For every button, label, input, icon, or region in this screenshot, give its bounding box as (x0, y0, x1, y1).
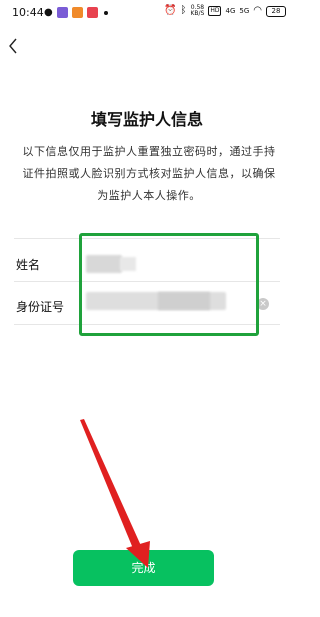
close-icon: × (259, 299, 267, 309)
app-notification-icon (56, 7, 68, 18)
status-bar: 10:44 ● ⏰ ᛒ 0.58 KB/S HD 4G 5G ◠ 28 (0, 0, 294, 26)
id-number-label: 身份证号 (16, 300, 65, 314)
notification-icons: ● (44, 7, 108, 18)
alarm-icon: ⏰ (164, 5, 177, 16)
page-description: 以下信息仅用于监护人重置独立密码时，通过手持证件拍照或人脸识别方式核对监护人信息… (22, 145, 276, 202)
signal-5g: 5G (239, 7, 250, 15)
more-notifications-dot (103, 10, 108, 15)
status-time: 10:44 (12, 6, 44, 19)
page-title: 填写监护人信息 (90, 110, 203, 129)
network-speed: 0.58 KB/S (190, 4, 205, 17)
highlight-frame (79, 233, 259, 336)
system-status: ⏰ ᛒ 0.58 KB/S HD 4G 5G ◠ 28 (164, 5, 286, 17)
app-notification-icon (71, 7, 83, 18)
back-button[interactable] (4, 36, 22, 56)
bluetooth-icon: ᛒ (180, 5, 187, 16)
name-label: 姓名 (16, 258, 41, 272)
app-notification-icon (86, 7, 98, 18)
hd-badge: HD (208, 6, 222, 16)
done-button[interactable]: 完成 (73, 550, 214, 586)
signal-4g: 4G (225, 7, 236, 15)
chevron-left-icon (9, 38, 17, 54)
battery-indicator: 28 (266, 5, 286, 17)
wifi-icon: ◠ (253, 5, 262, 16)
wechat-icon: ● (44, 7, 53, 18)
